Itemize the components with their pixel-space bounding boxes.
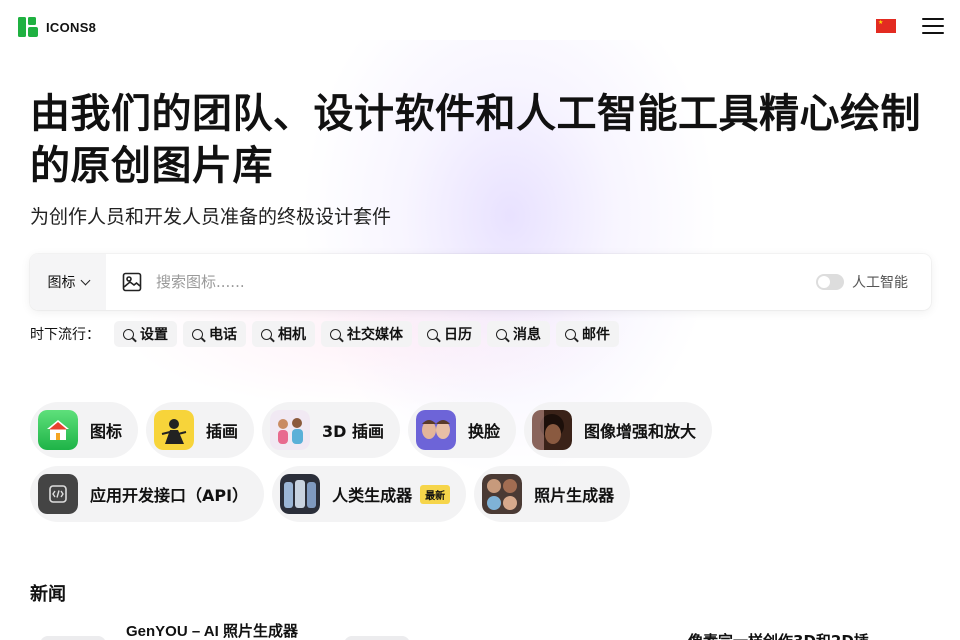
category-label: 3D 插画 xyxy=(322,422,385,441)
category-label: 插画 xyxy=(206,422,239,441)
trending-tag[interactable]: 相机 xyxy=(252,321,315,347)
home-app-icon xyxy=(38,410,78,450)
chevron-down-icon xyxy=(80,275,90,285)
search-icon xyxy=(330,328,341,340)
page-subtitle: 为创作人员和开发人员准备的终极设计套件 xyxy=(30,206,392,228)
search-type-label: 图标 xyxy=(47,275,76,291)
site-header: ICONS8 ★ xyxy=(0,0,960,54)
category-human-generator[interactable]: 人类生成器 最新 xyxy=(272,466,467,522)
trending-tag-label: 日历 xyxy=(444,327,472,343)
trending-tag[interactable]: 邮件 xyxy=(556,321,619,347)
search-input[interactable] xyxy=(156,271,756,293)
ai-toggle-label: 人工智能 xyxy=(852,275,908,291)
trending-label: 时下流行： xyxy=(30,327,100,343)
page-title: 由我们的团队、设计软件和人工智能工具精心绘制的原创图片库 xyxy=(30,91,921,189)
search-icon xyxy=(261,328,272,340)
category-label: 图标 xyxy=(90,422,123,441)
search-icon xyxy=(123,328,134,340)
category-3d-illustrations[interactable]: 3D 插画 xyxy=(262,402,401,458)
ai-switch[interactable] xyxy=(816,274,844,290)
category-label: 图像增强和放大 xyxy=(584,422,697,441)
trending-tag[interactable]: 设置 xyxy=(114,321,177,347)
news-item-title[interactable]: 像素完一样创作3D和2D插 xyxy=(688,630,869,640)
category-label: 换脸 xyxy=(468,422,501,441)
category-photo-generator[interactable]: 照片生成器 xyxy=(474,466,631,522)
trending-tag[interactable]: 电话 xyxy=(183,321,246,347)
trending-tag-label: 相机 xyxy=(278,327,306,343)
search-icon xyxy=(427,328,438,340)
3d-illustration-icon xyxy=(270,410,311,450)
category-api[interactable]: 应用开发接口（API） xyxy=(30,466,265,522)
category-upscaler[interactable]: 图像增强和放大 xyxy=(524,402,713,458)
category-face-swap[interactable]: 换脸 xyxy=(408,402,517,458)
search-icon xyxy=(565,328,576,340)
image-search-icon[interactable] xyxy=(122,272,142,296)
illustration-icon xyxy=(154,410,195,450)
api-code-icon xyxy=(38,474,78,514)
search-type-dropdown[interactable]: 图标 xyxy=(30,254,106,310)
trending-tag-label: 社交媒体 xyxy=(347,327,403,343)
human-generator-icon xyxy=(280,474,321,514)
news-thumbnail[interactable] xyxy=(40,636,106,640)
trending-searches: 时下流行： 设置 电话 相机 社交媒体 日历 消息 邮件 xyxy=(30,321,619,347)
category-label: 人类生成器 xyxy=(332,486,413,505)
search-icon xyxy=(192,328,203,340)
icons8-logo-icon xyxy=(18,17,38,37)
trending-tag-label: 邮件 xyxy=(582,327,610,343)
search-bar: 图标 人工智能 xyxy=(30,254,931,310)
search-icon xyxy=(496,328,507,340)
ai-toggle[interactable]: 人工智能 xyxy=(816,272,908,292)
trending-tag-label: 设置 xyxy=(140,327,168,343)
new-badge: 最新 xyxy=(420,484,451,504)
category-list: 图标 插画 3D 插画 换脸 图像增强和放大 应用开发接口（API） 人类生成器… xyxy=(30,402,940,522)
category-illustrations[interactable]: 插画 xyxy=(146,402,255,458)
trending-tag[interactable]: 社交媒体 xyxy=(321,321,412,347)
category-icons[interactable]: 图标 xyxy=(30,402,139,458)
logo[interactable]: ICONS8 xyxy=(18,17,96,37)
image-upscaler-icon xyxy=(532,410,573,450)
news-item-title[interactable]: GenYOU – AI 照片生成器 xyxy=(126,620,298,640)
face-swap-icon xyxy=(416,410,457,450)
category-label: 应用开发接口（API） xyxy=(90,486,249,505)
hamburger-menu-icon[interactable] xyxy=(922,17,944,35)
trending-tag-label: 消息 xyxy=(513,327,541,343)
category-label: 照片生成器 xyxy=(534,486,615,505)
news-heading: 新闻 xyxy=(30,584,66,605)
trending-tag-label: 电话 xyxy=(209,327,237,343)
news-thumbnail[interactable] xyxy=(344,636,410,640)
photo-generator-icon xyxy=(482,474,523,514)
trending-tag[interactable]: 日历 xyxy=(418,321,481,347)
china-flag-icon[interactable]: ★ xyxy=(876,19,896,33)
logo-text: ICONS8 xyxy=(46,19,97,35)
trending-tag[interactable]: 消息 xyxy=(487,321,550,347)
